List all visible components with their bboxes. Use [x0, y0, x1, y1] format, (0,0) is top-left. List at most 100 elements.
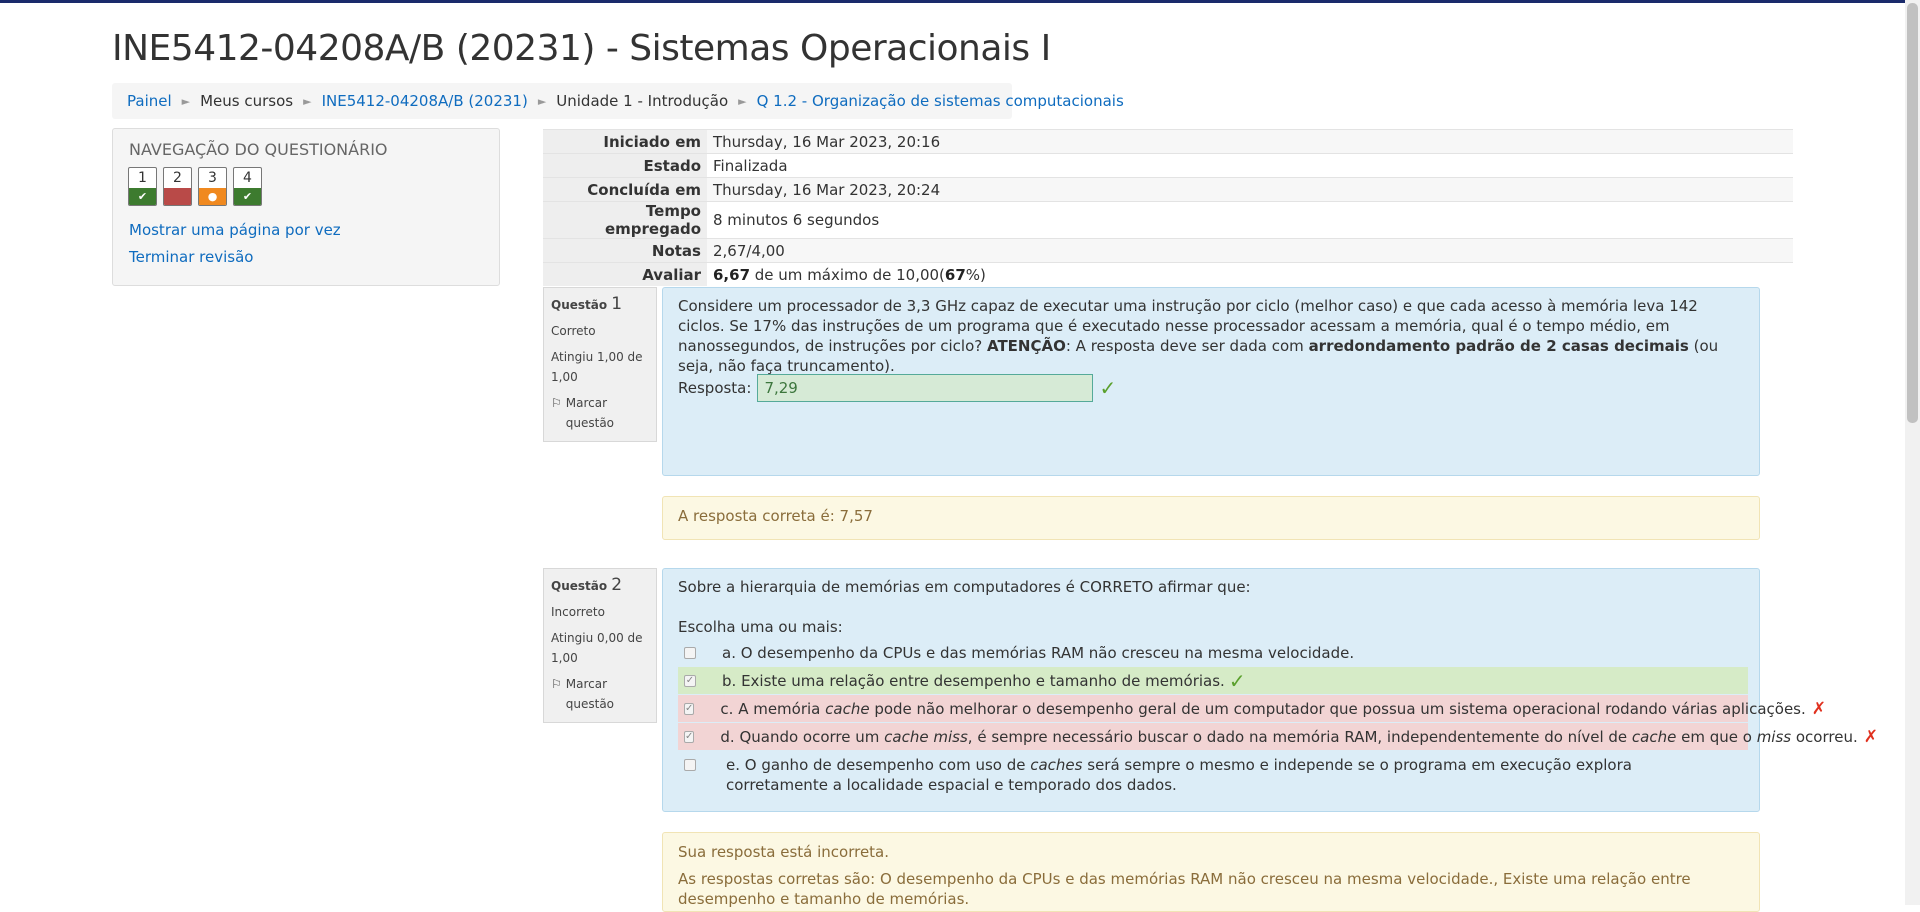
- finish-review-link[interactable]: Terminar revisão: [129, 248, 253, 266]
- breadcrumb-separator-icon: ►: [738, 94, 747, 108]
- breadcrumb-unit: Unidade 1 - Introdução: [556, 92, 729, 110]
- flag-icon: ⚐: [551, 677, 562, 691]
- question-score: Atingiu 0,00 de 1,00: [551, 631, 643, 665]
- question-button-number: 4: [243, 170, 252, 186]
- summary-value: Finalizada: [707, 153, 1793, 178]
- summary-label: Notas: [543, 238, 707, 263]
- question-button-number: 3: [208, 170, 217, 186]
- question-1-info: Questão 1 Correto Atingiu 1,00 de 1,00 ⚐…: [543, 287, 657, 442]
- top-bar: [0, 0, 1920, 3]
- flag-label: Marcar questão: [565, 396, 615, 430]
- answer-row: Resposta: 7,29 ✓: [678, 374, 1116, 402]
- quiz-navigation-block: Navegação do questionário 1 ✔ 2 3 ● 4 ✔ …: [112, 128, 500, 286]
- question-2-content: Sobre a hierarquia de memórias em comput…: [662, 568, 1878, 812]
- summary-row: Concluída em Thursday, 16 Mar 2023, 20:2…: [543, 177, 1793, 202]
- scrollbar[interactable]: [1905, 0, 1920, 905]
- flag-icon: ⚐: [551, 396, 562, 410]
- option-label: d. Quando ocorre um cache miss, é sempre…: [720, 727, 1858, 746]
- question-button-number: 2: [173, 170, 182, 186]
- option-label: c. A memória cache pode não melhorar o d…: [720, 699, 1806, 718]
- attempt-summary-table: Iniciado em Thursday, 16 Mar 2023, 20:16…: [543, 129, 1793, 286]
- check-icon: ✔: [242, 190, 253, 203]
- breadcrumb-separator-icon: ►: [303, 94, 312, 108]
- question-2-text: Sobre a hierarquia de memórias em comput…: [678, 578, 1251, 596]
- grade-percent-suffix: %): [965, 265, 986, 284]
- option-checkbox[interactable]: [684, 646, 696, 659]
- summary-row: Iniciado em Thursday, 16 Mar 2023, 20:16: [543, 129, 1793, 154]
- cross-icon: ✗: [1811, 698, 1827, 719]
- flag-label: Marcar questão: [565, 677, 615, 711]
- option-checkbox[interactable]: ✓: [684, 730, 695, 743]
- grade-text: de um máximo de 10,00(: [750, 265, 945, 284]
- question-buttons: 1 ✔ 2 3 ● 4 ✔: [128, 167, 262, 206]
- breadcrumb-separator-icon: ►: [537, 94, 547, 108]
- flag-question-link[interactable]: ⚐ Marcar questão: [551, 393, 649, 433]
- question-number: Questão 2: [551, 575, 623, 595]
- option-e: e. O ganho de desempenho com uso de cach…: [684, 755, 1734, 795]
- correct-answer-text: A resposta correta é: 7,57: [678, 507, 873, 525]
- answer-label: Resposta:: [678, 379, 752, 397]
- circle-icon: ●: [207, 190, 218, 203]
- check-icon: ✔: [137, 190, 148, 203]
- page-title: INE5412-04208A/B (20231) - Sistemas Oper…: [112, 28, 1051, 69]
- option-label: a. O desempenho da CPUs e das memórias R…: [722, 643, 1355, 662]
- breadcrumb-quiz[interactable]: Q 1.2 - Organização de sistemas computac…: [757, 92, 1124, 110]
- incorrect-answer-text: Sua resposta está incorreta.: [678, 843, 890, 861]
- breadcrumb: Painel ► Meus cursos ► INE5412-04208A/B …: [112, 83, 1124, 119]
- summary-value: Thursday, 16 Mar 2023, 20:24: [707, 177, 1793, 202]
- option-d: ✓ d. Quando ocorre um cache miss, é semp…: [678, 723, 1878, 750]
- answer-input[interactable]: 7,29: [757, 374, 1094, 402]
- summary-row: Tempo empregado 8 minutos 6 segundos: [543, 201, 1793, 239]
- summary-row: Avaliar 6,67 de um máximo de 10,00(67%): [543, 262, 1793, 286]
- summary-value: 2,67/4,00: [707, 238, 1793, 263]
- breadcrumb-course[interactable]: INE5412-04208A/B (20231): [322, 92, 528, 110]
- summary-label: Tempo empregado: [543, 201, 707, 239]
- flag-question-link[interactable]: ⚐ Marcar questão: [551, 674, 649, 714]
- option-checkbox[interactable]: ✓: [684, 702, 695, 715]
- grade-number: 6,67: [713, 265, 751, 284]
- question-button-number: 1: [138, 170, 147, 186]
- option-checkbox[interactable]: ✓: [684, 674, 696, 687]
- summary-grade-value: 6,67 de um máximo de 10,00(67%): [707, 262, 1793, 286]
- summary-label: Estado: [543, 153, 707, 178]
- summary-row: Estado Finalizada: [543, 153, 1793, 178]
- breadcrumb-painel[interactable]: Painel: [127, 92, 172, 110]
- summary-label: Avaliar: [543, 262, 707, 286]
- check-icon: ✓: [1099, 376, 1117, 400]
- question-1-text: Considere um processador de 3,3 GHz capa…: [678, 297, 1719, 375]
- question-1-content: Considere um processador de 3,3 GHz capa…: [662, 287, 1760, 476]
- question-button-4[interactable]: 4 ✔: [233, 167, 262, 206]
- question-2-info: Questão 2 Incorreto Atingiu 0,00 de 1,00…: [543, 568, 657, 723]
- summary-label: Iniciado em: [543, 129, 707, 154]
- question-score: Atingiu 1,00 de 1,00: [551, 350, 643, 384]
- cross-icon: ✗: [1863, 726, 1878, 747]
- option-checkbox[interactable]: [684, 759, 696, 771]
- question-number: Questão 1: [551, 294, 623, 314]
- grade-percent: 67: [944, 265, 966, 284]
- check-icon: ✓: [1228, 668, 1246, 693]
- answer-prompt: Escolha uma ou mais:: [678, 618, 843, 636]
- summary-label: Concluída em: [543, 177, 707, 202]
- question-status: Incorreto: [551, 605, 605, 619]
- option-c: ✓ c. A memória cache pode não melhorar o…: [678, 695, 1826, 722]
- question-2-feedback: Sua resposta está incorreta. As resposta…: [662, 832, 1760, 912]
- quiz-navigation-title: Navegação do questionário: [129, 140, 388, 159]
- summary-value: 8 minutos 6 segundos: [707, 201, 1793, 239]
- breadcrumb-separator-icon: ►: [181, 94, 191, 108]
- show-one-page-link[interactable]: Mostrar uma página por vez: [129, 221, 341, 239]
- option-b: ✓ b. Existe uma relação entre desempenho…: [678, 667, 1748, 694]
- option-label: e. O ganho de desempenho com uso de cach…: [726, 756, 1632, 794]
- correct-answers-text: As respostas corretas são: O desempenho …: [678, 870, 1691, 908]
- incorrect-state-indicator: [164, 188, 191, 205]
- question-1-feedback: A resposta correta é: 7,57: [662, 496, 1760, 540]
- option-label: b. Existe uma relação entre desempenho e…: [722, 671, 1225, 690]
- question-button-1[interactable]: 1 ✔: [128, 167, 157, 206]
- question-status: Correto: [551, 324, 596, 338]
- scrollbar-thumb[interactable]: [1907, 3, 1918, 423]
- question-button-2[interactable]: 2: [163, 167, 192, 206]
- summary-value: Thursday, 16 Mar 2023, 20:16: [707, 129, 1793, 154]
- question-button-3[interactable]: 3 ●: [198, 167, 227, 206]
- summary-row: Notas 2,67/4,00: [543, 238, 1793, 263]
- breadcrumb-meus-cursos: Meus cursos: [200, 92, 294, 110]
- option-a: a. O desempenho da CPUs e das memórias R…: [678, 639, 1748, 666]
